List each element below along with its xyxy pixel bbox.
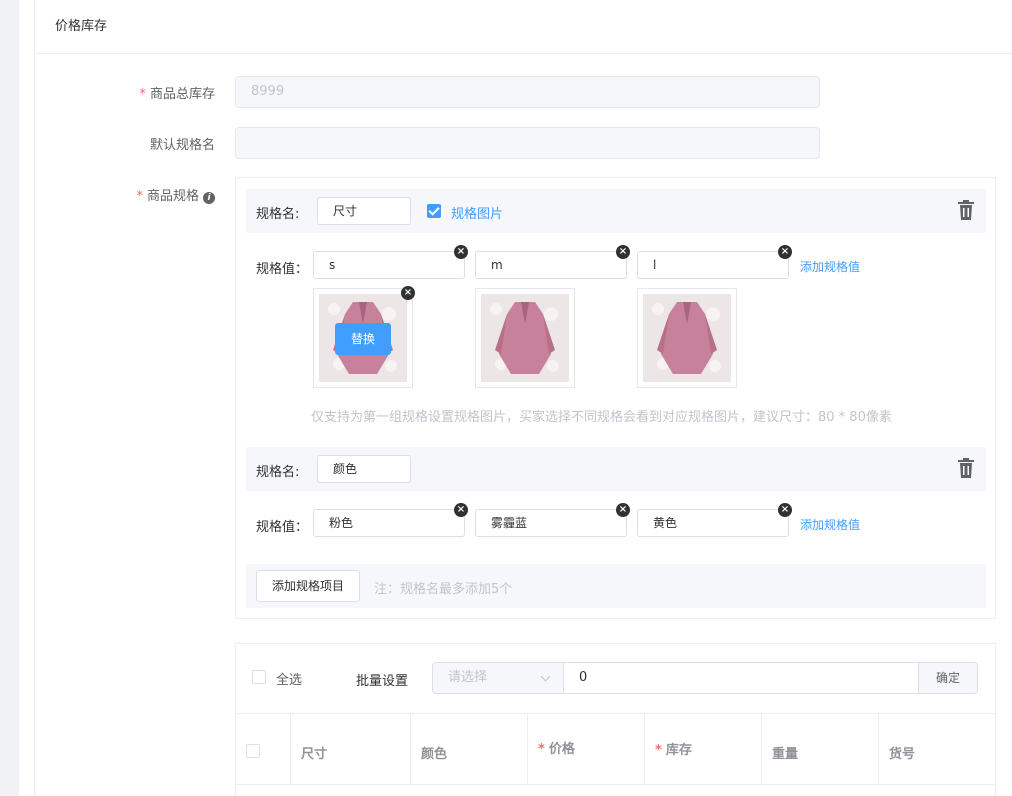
remove-value-icon[interactable]: × <box>454 503 468 517</box>
spec-value-label: 规格值： <box>256 520 309 535</box>
spec-editor: 规格名: 尺寸 规格图片 规格值： s × m × l × 添加规格值 替换 ×… <box>235 177 996 619</box>
header-checkbox[interactable] <box>246 744 260 758</box>
column-header: 重量 <box>762 714 879 784</box>
required-asterisk: * <box>136 189 143 204</box>
product-spec-label: * 商品规格 i <box>100 185 215 204</box>
spec-name-label: 规格名: <box>256 207 300 222</box>
spec-2-name-input[interactable]: 颜色 <box>317 455 411 483</box>
spec-image-checkbox[interactable] <box>427 204 441 218</box>
spec-value-input[interactable]: s <box>313 251 465 279</box>
spec-value-input[interactable]: 黄色 <box>637 509 789 537</box>
remove-image-icon[interactable]: × <box>401 286 415 300</box>
add-spec-value-link[interactable]: 添加规格值 <box>800 258 860 275</box>
spec-value-input[interactable]: m <box>475 251 627 279</box>
spec-1-name-input[interactable]: 尺寸 <box>317 197 411 225</box>
column-header: 货号 <box>889 747 916 762</box>
spec-value-input[interactable]: 粉色 <box>313 509 465 537</box>
required-asterisk: * <box>655 743 662 758</box>
column-header: * 库存 <box>645 714 762 784</box>
remove-value-icon[interactable]: × <box>454 245 468 259</box>
sku-table: 全选 批量设置 请选择 0 确定 尺寸 颜色 * 价格 * 库存 重量 货号 <box>235 643 996 796</box>
default-spec-input[interactable] <box>235 127 820 159</box>
remove-value-icon[interactable]: × <box>778 245 792 259</box>
remove-value-icon[interactable]: × <box>616 245 630 259</box>
select-all-checkbox[interactable] <box>252 670 266 684</box>
header-checkbox-cell <box>236 714 291 784</box>
column-header: * 价格 <box>528 714 645 784</box>
add-spec-button[interactable]: 添加规格项目 <box>256 570 361 602</box>
batch-confirm-button[interactable]: 确定 <box>918 662 978 694</box>
remove-value-icon[interactable]: × <box>778 503 792 517</box>
batch-value-input[interactable]: 0 <box>563 662 919 694</box>
required-asterisk: * <box>538 742 545 757</box>
spec-image-toggle-label[interactable]: 规格图片 <box>451 203 503 222</box>
coat-image <box>481 294 569 382</box>
select-all-label: 全选 <box>276 673 303 688</box>
column-header: 尺寸 <box>291 714 411 784</box>
total-stock-input[interactable]: 8999 <box>235 76 820 108</box>
info-icon[interactable]: i <box>203 192 215 204</box>
add-spec-bar: 添加规格项目 注：规格名最多添加5个 <box>246 564 986 608</box>
total-stock-label: * 商品总库存 <box>139 87 215 102</box>
spec-value-input[interactable]: 雾霾蓝 <box>475 509 627 537</box>
table-header: 尺寸 颜色 * 价格 * 库存 重量 货号 <box>236 713 995 785</box>
column-header: 颜色 <box>411 714 528 784</box>
spec-limit-note: 注：规格名最多添加5个 <box>374 582 513 597</box>
spec-value-label: 规格值： <box>256 262 309 277</box>
trash-icon[interactable] <box>958 458 974 478</box>
remove-value-icon[interactable]: × <box>616 503 630 517</box>
trash-icon[interactable] <box>958 200 974 220</box>
panel-title: 价格库存 <box>35 0 1012 54</box>
replace-image-button[interactable]: 替换 <box>335 323 391 355</box>
coat-image <box>643 294 731 382</box>
spec-image-hint: 仅支持为第一组规格设置规格图片，买家选择不同规格会看到对应规格图片，建议尺寸：8… <box>311 410 892 425</box>
default-spec-label: 默认规格名 <box>149 138 215 153</box>
side-gutter <box>0 0 19 796</box>
spec-name-label: 规格名: <box>256 465 300 480</box>
spec-image-thumb[interactable] <box>637 288 737 388</box>
spec-1-header: 规格名: 尺寸 规格图片 <box>246 189 986 233</box>
add-spec-value-link[interactable]: 添加规格值 <box>800 516 860 533</box>
required-asterisk: * <box>139 87 146 102</box>
batch-set-label: 批量设置 <box>356 674 409 689</box>
spec-2-header: 规格名: 颜色 <box>246 447 986 491</box>
spec-image-thumb[interactable]: 替换 × <box>313 286 415 388</box>
spec-value-input[interactable]: l <box>637 251 789 279</box>
spec-image-thumb[interactable] <box>475 288 575 388</box>
